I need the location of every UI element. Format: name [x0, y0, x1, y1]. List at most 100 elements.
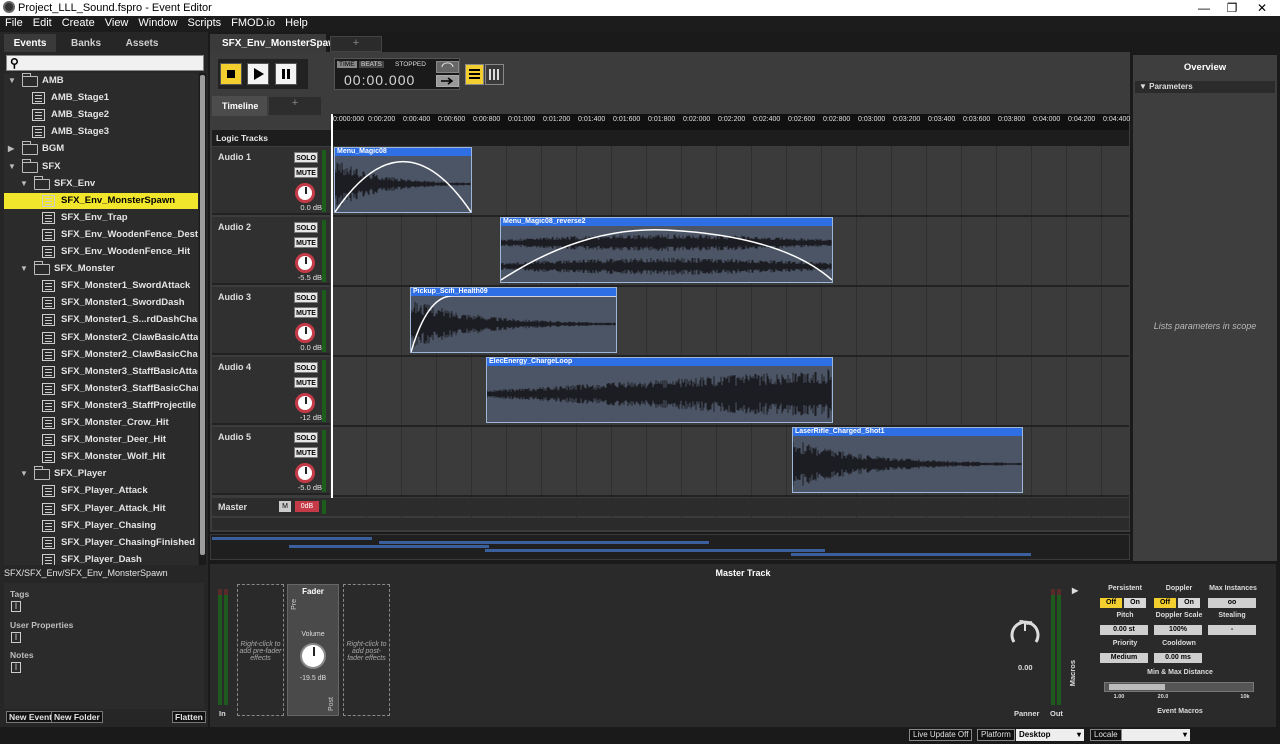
- menu-scripts[interactable]: Scripts: [183, 16, 227, 29]
- live-update-button[interactable]: Live Update Off: [909, 729, 973, 741]
- doppler-scale-value[interactable]: 100%: [1154, 625, 1202, 635]
- minimize-button[interactable]: —: [1190, 1, 1218, 15]
- mute-button[interactable]: MUTE: [294, 377, 318, 388]
- event-tab[interactable]: SFX_Env_MonsterSpawn: [210, 34, 342, 52]
- tab-events[interactable]: Events: [4, 34, 56, 52]
- tree-event[interactable]: AMB_Stage3: [4, 124, 198, 140]
- track-volume-knob[interactable]: [295, 323, 315, 343]
- menu-view[interactable]: View: [100, 16, 134, 29]
- priority-value[interactable]: Medium: [1100, 653, 1148, 663]
- menu-edit[interactable]: Edit: [28, 16, 57, 29]
- tree-event[interactable]: SFX_Player_Dash: [4, 552, 198, 565]
- scrollbar-thumb[interactable]: [200, 75, 205, 555]
- stealing-dropdown[interactable]: -: [1208, 625, 1256, 635]
- max-instances-value[interactable]: oo: [1208, 598, 1256, 608]
- parameters-header[interactable]: ▼ Parameters: [1135, 81, 1275, 93]
- volume-knob[interactable]: [300, 643, 326, 669]
- distance-range-slider[interactable]: [1104, 682, 1254, 692]
- tab-assets[interactable]: Assets: [116, 34, 168, 52]
- pre-fader-effects-slot[interactable]: Right-click to add pre-fader effects: [237, 584, 284, 716]
- tree-event[interactable]: SFX_Env_WoodenFence_Hit: [4, 244, 198, 260]
- track-header[interactable]: Audio 4 SOLO MUTE -12 dB: [212, 357, 330, 425]
- track-volume-knob[interactable]: [295, 393, 315, 413]
- platform-dropdown[interactable]: Desktop ▾: [1016, 729, 1084, 741]
- track-header[interactable]: Audio 2 SOLO MUTE -5.5 dB: [212, 217, 330, 285]
- locale-dropdown[interactable]: ▾: [1122, 729, 1190, 741]
- tree-folder[interactable]: ▼ AMB: [4, 73, 198, 89]
- tab-banks[interactable]: Banks: [60, 34, 112, 52]
- tree-event[interactable]: SFX_Player_ChasingFinished: [4, 535, 198, 551]
- loop-icon[interactable]: [436, 61, 459, 73]
- track-volume-knob[interactable]: [295, 463, 315, 483]
- tree-folder[interactable]: ▼ SFX: [4, 159, 198, 175]
- chevron-down-icon[interactable]: ▼: [8, 159, 16, 175]
- master-mute-button[interactable]: M: [279, 501, 291, 512]
- post-fader-effects-slot[interactable]: Right-click to add post-fader effects: [343, 584, 390, 716]
- mixer-view-icon[interactable]: [485, 64, 504, 85]
- track-volume-knob[interactable]: [295, 253, 315, 273]
- tree-event[interactable]: SFX_Env_MonsterSpawn: [4, 193, 198, 209]
- search-input[interactable]: ⚲: [6, 55, 204, 71]
- tree-folder[interactable]: ▼ SFX_Env: [4, 176, 198, 192]
- solo-button[interactable]: SOLO: [294, 292, 318, 303]
- audio-clip[interactable]: Pickup_Scifi_Health09: [410, 287, 617, 353]
- menu-window[interactable]: Window: [133, 16, 182, 29]
- track-header[interactable]: Audio 3 SOLO MUTE 0.0 dB: [212, 287, 330, 355]
- new-folder-button[interactable]: New Folder: [51, 711, 103, 723]
- chevron-down-icon[interactable]: ▼: [8, 73, 16, 89]
- tree-event[interactable]: SFX_Env_WoodenFence_Destoryed: [4, 227, 198, 243]
- menu-help[interactable]: Help: [280, 16, 313, 29]
- new-tab-button[interactable]: +: [330, 36, 382, 52]
- stop-button[interactable]: [220, 63, 242, 85]
- tree-event[interactable]: SFX_Monster1_SwordAttack: [4, 278, 198, 294]
- solo-button[interactable]: SOLO: [294, 432, 318, 443]
- macros-expand-icon[interactable]: ▶: [1072, 586, 1078, 595]
- menu-create[interactable]: Create: [57, 16, 100, 29]
- close-button[interactable]: ✕: [1248, 1, 1276, 15]
- tree-event[interactable]: SFX_Monster_Wolf_Hit: [4, 449, 198, 465]
- tree-folder[interactable]: ▼ SFX_Monster: [4, 261, 198, 277]
- persistent-on-toggle[interactable]: On: [1124, 598, 1146, 608]
- maximize-button[interactable]: ❐: [1218, 1, 1246, 15]
- follow-playhead-icon[interactable]: [436, 75, 459, 87]
- time-mode-tab[interactable]: TIME: [337, 61, 357, 68]
- tree-event[interactable]: SFX_Player_Attack_Hit: [4, 501, 198, 517]
- tree-event[interactable]: SFX_Env_Trap: [4, 210, 198, 226]
- timeline-hscroll[interactable]: [212, 518, 1129, 530]
- tree-event[interactable]: SFX_Monster3_StaffBasicAttack: [4, 364, 198, 380]
- mute-button[interactable]: MUTE: [294, 237, 318, 248]
- user-properties-edit-icon[interactable]: I: [11, 632, 21, 643]
- solo-button[interactable]: SOLO: [294, 222, 318, 233]
- flatten-button[interactable]: Flatten: [172, 711, 206, 723]
- timeline-ruler[interactable]: 0:000:000 0:00:200 0:00:400 0:00:600 0:00:80…: [331, 114, 1130, 130]
- audio-clip[interactable]: ElecEnergy_ChargeLoop: [486, 357, 833, 423]
- add-parameter-tab[interactable]: +: [269, 97, 321, 115]
- playhead[interactable]: [331, 114, 333, 516]
- deck-view-icon[interactable]: [465, 64, 484, 85]
- track-volume-knob[interactable]: [295, 183, 315, 203]
- cooldown-value[interactable]: 0.00 ms: [1154, 653, 1202, 663]
- tree-scrollbar[interactable]: [199, 73, 206, 565]
- solo-button[interactable]: SOLO: [294, 152, 318, 163]
- solo-button[interactable]: SOLO: [294, 362, 318, 373]
- audio-clip[interactable]: Menu_Magic08_reverse2: [500, 217, 833, 283]
- pitch-value[interactable]: 0.00 st: [1100, 625, 1148, 635]
- pause-button[interactable]: [275, 63, 297, 85]
- menu-fmodio[interactable]: FMOD.io: [226, 16, 280, 29]
- persistent-off-toggle[interactable]: Off: [1100, 598, 1122, 608]
- track-header[interactable]: Audio 5 SOLO MUTE -5.0 dB: [212, 427, 330, 495]
- beats-mode-tab[interactable]: BEATS: [359, 61, 384, 68]
- tree-event[interactable]: SFX_Monster2_ClawBasicAttack: [4, 330, 198, 346]
- tree-event[interactable]: SFX_Monster3_StaffProjectile: [4, 398, 198, 414]
- notes-edit-icon[interactable]: I: [11, 662, 21, 673]
- audio-clip[interactable]: Menu_Magic08: [334, 147, 472, 213]
- timeline-overview-minimap[interactable]: [210, 534, 1130, 560]
- play-button[interactable]: [247, 63, 269, 85]
- chevron-down-icon[interactable]: ▼: [20, 466, 28, 482]
- tree-event[interactable]: SFX_Monster1_SwordDash: [4, 295, 198, 311]
- tree-event[interactable]: AMB_Stage1: [4, 90, 198, 106]
- track-header[interactable]: Audio 1 SOLO MUTE 0.0 dB: [212, 147, 330, 215]
- mute-button[interactable]: MUTE: [294, 447, 318, 458]
- tree-event[interactable]: AMB_Stage2: [4, 107, 198, 123]
- doppler-off-toggle[interactable]: Off: [1154, 598, 1176, 608]
